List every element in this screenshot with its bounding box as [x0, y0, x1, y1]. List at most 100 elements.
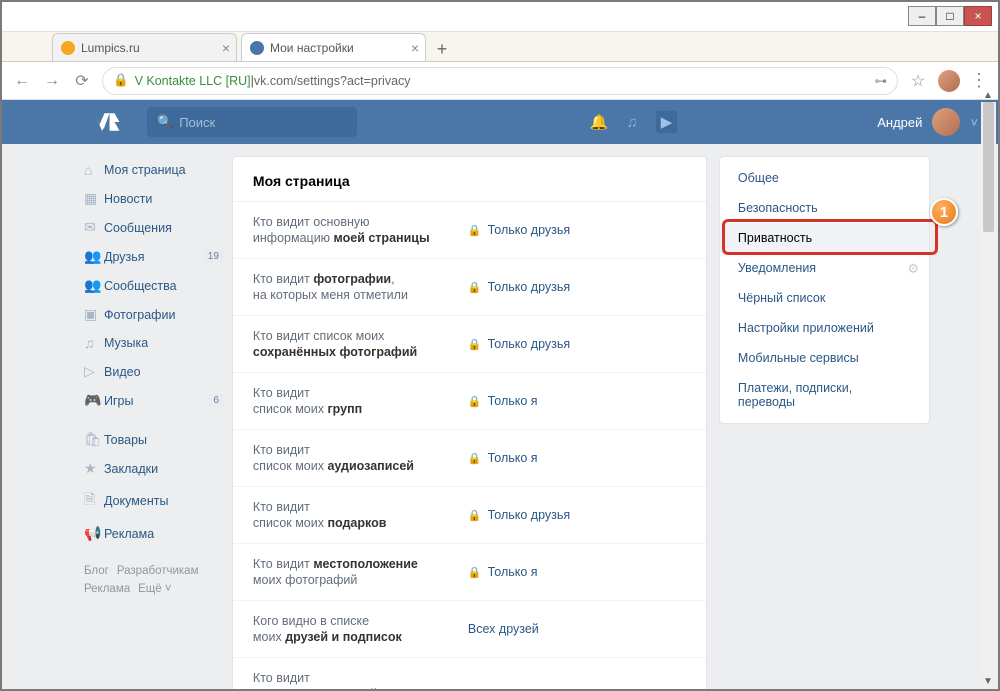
browser-menu-button[interactable]: ⋮	[970, 70, 988, 91]
search-input[interactable]: 🔍 Поиск	[147, 107, 357, 137]
favicon-icon	[250, 41, 264, 55]
sidebar-item-Друзья[interactable]: 👥Друзья19	[80, 242, 224, 271]
vk-header: 🔍 Поиск 🔔 ♫ ▶ Андрей ˅	[2, 100, 998, 144]
setting-label: Кто видит список моихсохранённых фотогра…	[253, 328, 468, 360]
sidebar-item-Сообщества[interactable]: 👥Сообщества	[80, 271, 224, 300]
setting-value[interactable]: 🔒Только друзья	[468, 508, 570, 522]
chevron-down-icon[interactable]: ˅	[970, 115, 978, 130]
sidebar-item-Документы[interactable]: 🗎Документы	[80, 483, 224, 519]
sidebar-item-Реклама[interactable]: 📢Реклама	[80, 519, 224, 548]
music-icon[interactable]: ♫	[626, 114, 637, 131]
lock-icon: 🔒	[468, 395, 482, 408]
sidebar-item-Новости[interactable]: ▦Новости	[80, 184, 224, 213]
back-button[interactable]: ←	[12, 72, 32, 90]
sidebar-item-Музыка[interactable]: ♫Музыка	[80, 329, 224, 357]
sidebar-item-Закладки[interactable]: ★Закладки	[80, 454, 224, 483]
tab-Платежи, подписки, переводы[interactable]: Платежи, подписки, переводы	[720, 373, 929, 417]
nav-footer: БлогРазработчикам РекламаЕщё ˅	[80, 548, 224, 612]
profile-avatar-icon[interactable]	[938, 70, 960, 92]
right-col: ОбщееБезопасностьПриватностьУведомления⚙…	[719, 156, 930, 691]
setting-label: Кто видитсписок моих аудиозаписей	[253, 442, 468, 474]
scroll-down-icon[interactable]: ▼	[983, 676, 993, 687]
forward-button[interactable]: →	[42, 72, 62, 90]
setting-value[interactable]: 🔒Только я	[468, 451, 538, 465]
lock-icon: 🔒	[468, 452, 482, 465]
vk-logo-icon[interactable]	[92, 112, 122, 132]
nav-icon: ▣	[84, 306, 104, 323]
settings-tabs-menu: ОбщееБезопасностьПриватностьУведомления⚙…	[719, 156, 930, 424]
tab-close-icon[interactable]: ×	[411, 40, 419, 56]
lock-icon: 🔒	[468, 281, 482, 294]
tab-close-icon[interactable]: ×	[222, 40, 230, 56]
tab-Настройки приложений[interactable]: Настройки приложений	[720, 313, 929, 343]
url-company: V Kontakte LLC [RU]	[135, 74, 251, 88]
lock-icon: 🔒	[113, 73, 129, 88]
new-tab-button[interactable]: +	[430, 37, 454, 61]
sidebar-item-Товары[interactable]: 🛍Товары	[80, 425, 224, 454]
sidebar-item-Видео[interactable]: ▷Видео	[80, 357, 224, 386]
scroll-up-icon[interactable]: ▲	[983, 90, 993, 101]
sidebar-item-Моя страница[interactable]: ⌂Моя страница	[80, 156, 224, 184]
nav-icon: 🛍	[84, 431, 104, 448]
url-input[interactable]: 🔒 V Kontakte LLC [RU] | vk.com/settings?…	[102, 67, 898, 95]
play-icon[interactable]: ▶	[656, 111, 678, 133]
tab-Мобильные сервисы[interactable]: Мобильные сервисы	[720, 343, 929, 373]
window-title-bar: – □ ×	[2, 2, 998, 32]
privacy-setting-row: Кто видитмоих скрытых друзей	[233, 658, 706, 691]
setting-value[interactable]: 🔒Только я	[468, 565, 538, 579]
page-body: ⌂Моя страница▦Новости✉Сообщения👥Друзья19…	[2, 144, 998, 691]
sidebar-item-Сообщения[interactable]: ✉Сообщения	[80, 213, 224, 242]
nav-icon: 📢	[84, 525, 104, 542]
username-label[interactable]: Андрей	[877, 115, 922, 130]
setting-value[interactable]: 🔒Только друзья	[468, 280, 570, 294]
tab-vk-settings[interactable]: Мои настройки ×	[241, 33, 426, 61]
nav-icon: ★	[84, 460, 104, 477]
nav-icon: ▦	[84, 190, 104, 207]
sidebar-item-Фотографии[interactable]: ▣Фотографии	[80, 300, 224, 329]
nav-icon: 🎮	[84, 392, 104, 409]
nav-icon: ⌂	[84, 162, 104, 178]
privacy-setting-row: Кто видит основнуюинформацию моей страни…	[233, 202, 706, 259]
setting-label: Кто видитмоих скрытых друзей	[253, 670, 468, 691]
setting-label: Кого видно в спискемоих друзей и подписо…	[253, 613, 468, 645]
sidebar-item-Игры[interactable]: 🎮Игры6	[80, 386, 224, 415]
maximize-button[interactable]: □	[936, 6, 964, 26]
minimize-button[interactable]: –	[908, 6, 936, 26]
nav-icon: ✉	[84, 219, 104, 236]
tab-label: Мои настройки	[270, 41, 354, 55]
user-avatar-icon[interactable]	[932, 108, 960, 136]
address-bar: ← → ⟳ 🔒 V Kontakte LLC [RU] | vk.com/set…	[2, 62, 998, 100]
tab-label: Lumpics.ru	[81, 41, 140, 55]
url-path: vk.com/settings?act=privacy	[254, 74, 411, 88]
tab-Чёрный список[interactable]: Чёрный список	[720, 283, 929, 313]
reload-button[interactable]: ⟳	[72, 71, 92, 91]
search-icon: 🔍	[157, 114, 173, 130]
setting-value[interactable]: 🔒Только я	[468, 394, 538, 408]
tab-Уведомления[interactable]: Уведомления⚙	[720, 253, 929, 283]
setting-label: Кто видит основнуюинформацию моей страни…	[253, 214, 468, 246]
favicon-icon	[61, 41, 75, 55]
setting-label: Кто видит местоположениемоих фотографий	[253, 556, 468, 588]
nav-icon: ▷	[84, 363, 104, 380]
privacy-setting-row: Кто видитсписок моих подарков🔒Только дру…	[233, 487, 706, 544]
tab-lumpics[interactable]: Lumpics.ru ×	[52, 33, 237, 61]
privacy-setting-row: Кто видитсписок моих групп🔒Только я	[233, 373, 706, 430]
privacy-setting-row: Кто видитсписок моих аудиозаписей🔒Только…	[233, 430, 706, 487]
nav-icon: ♫	[84, 335, 104, 351]
setting-value[interactable]: 🔒Только друзья	[468, 223, 570, 237]
gear-icon[interactable]: ⚙	[907, 261, 919, 277]
privacy-setting-row: Кто видит фотографии,на которых меня отм…	[233, 259, 706, 316]
left-nav: ⌂Моя страница▦Новости✉Сообщения👥Друзья19…	[80, 144, 224, 691]
privacy-setting-row: Кто видит список моихсохранённых фотогра…	[233, 316, 706, 373]
bookmark-star-icon[interactable]: ☆	[908, 71, 928, 91]
setting-label: Кто видитсписок моих подарков	[253, 499, 468, 531]
nav-icon: 👥	[84, 248, 104, 265]
bell-icon[interactable]: 🔔	[590, 113, 609, 131]
tab-Общее[interactable]: Общее	[720, 163, 929, 193]
settings-main: Моя страница Кто видит основнуюинформаци…	[232, 156, 707, 691]
scroll-thumb[interactable]	[983, 102, 994, 232]
setting-value[interactable]: 🔒Только друзья	[468, 337, 570, 351]
setting-value[interactable]: Всех друзей	[468, 622, 539, 636]
close-button[interactable]: ×	[964, 6, 992, 26]
scrollbar[interactable]: ▲ ▼	[981, 102, 996, 675]
